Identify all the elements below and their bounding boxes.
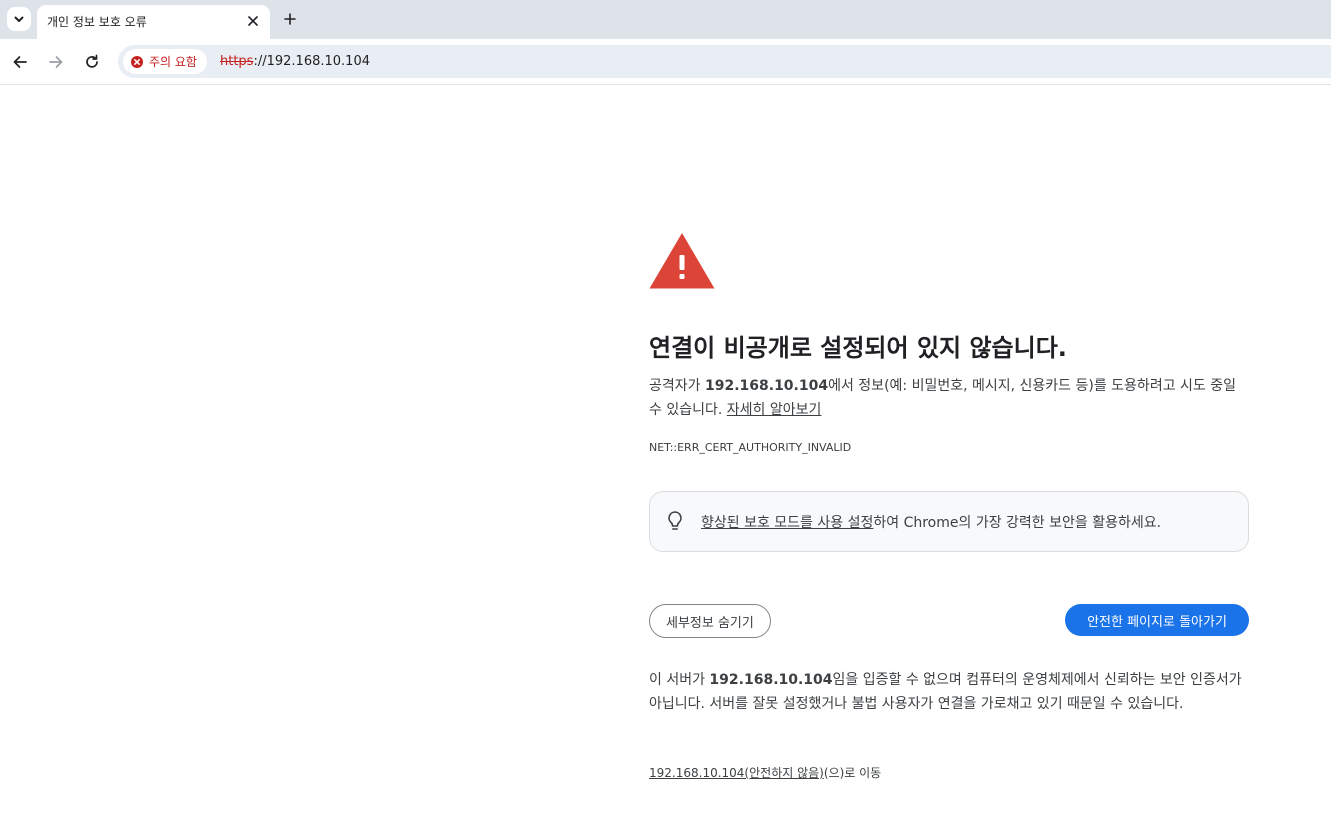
reload-button[interactable] [81,51,103,73]
forward-button[interactable] [45,51,67,73]
plus-icon [284,13,296,25]
omnibox[interactable]: 주의 요함 https://192.168.10.104 [118,45,1331,78]
error-code: NET::ERR_CERT_AUTHORITY_INVALID [649,441,852,454]
explanation-text: 공격자가 192.168.10.104에서 정보(예: 비밀번호, 메시지, 신… [649,378,1236,418]
warning-triangle-icon [649,233,715,289]
promo-text: 향상된 보호 모드를 사용 설정하여 Chrome의 가장 강력한 보안을 활용… [701,515,1162,531]
security-chip-label: 주의 요함 [149,55,197,69]
arrow-left-icon [13,56,27,68]
chevron-down-icon [14,16,24,22]
close-icon [248,16,258,26]
back-to-safety-button[interactable]: 안전한 페이지로 돌아가기 [1065,604,1249,636]
details-text: 이 서버가 192.168.10.104임을 입증할 수 없으며 컴퓨터의 운영… [649,672,1242,712]
url-host: ://192.168.10.104 [253,54,370,69]
security-chip[interactable]: 주의 요함 [123,49,207,74]
tab-search-button[interactable] [7,7,31,31]
proceed-line: 192.168.10.104(안전하지 않음)(으)로 이동 [649,764,881,781]
url-text[interactable]: https://192.168.10.104 [220,54,370,69]
lightbulb-icon [668,511,682,530]
active-tab[interactable]: 개인 정보 보호 오류 [37,5,270,39]
tab-title: 개인 정보 보호 오류 [47,15,147,29]
reload-icon [86,54,98,68]
page-title: 연결이 비공개로 설정되어 있지 않습니다. [649,334,1067,362]
explanation-host: 192.168.10.104 [704,378,829,394]
enhanced-protection-promo: 향상된 보호 모드를 사용 설정하여 Chrome의 가장 강력한 보안을 활용… [649,491,1249,552]
tab-strip: 개인 정보 보호 오류 [0,0,1331,39]
tab-close-button[interactable] [244,12,262,30]
toolbar: 주의 요함 https://192.168.10.104 [0,39,1331,85]
proceed-link[interactable]: 192.168.10.104(안전하지 않음) [649,766,824,780]
error-circle-icon [131,55,143,68]
details-host: 192.168.10.104 [709,672,833,688]
url-scheme: https [220,54,254,69]
enhanced-protection-link[interactable]: 향상된 보호 모드를 사용 설정 [701,515,873,531]
hide-details-button[interactable]: 세부정보 숨기기 [649,604,771,638]
back-button[interactable] [9,51,31,73]
proceed-suffix: (으)로 이동 [823,766,882,780]
learn-more-link[interactable]: 자세히 알아보기 [727,402,822,418]
arrow-right-icon [49,56,63,68]
new-tab-button[interactable] [280,9,300,29]
